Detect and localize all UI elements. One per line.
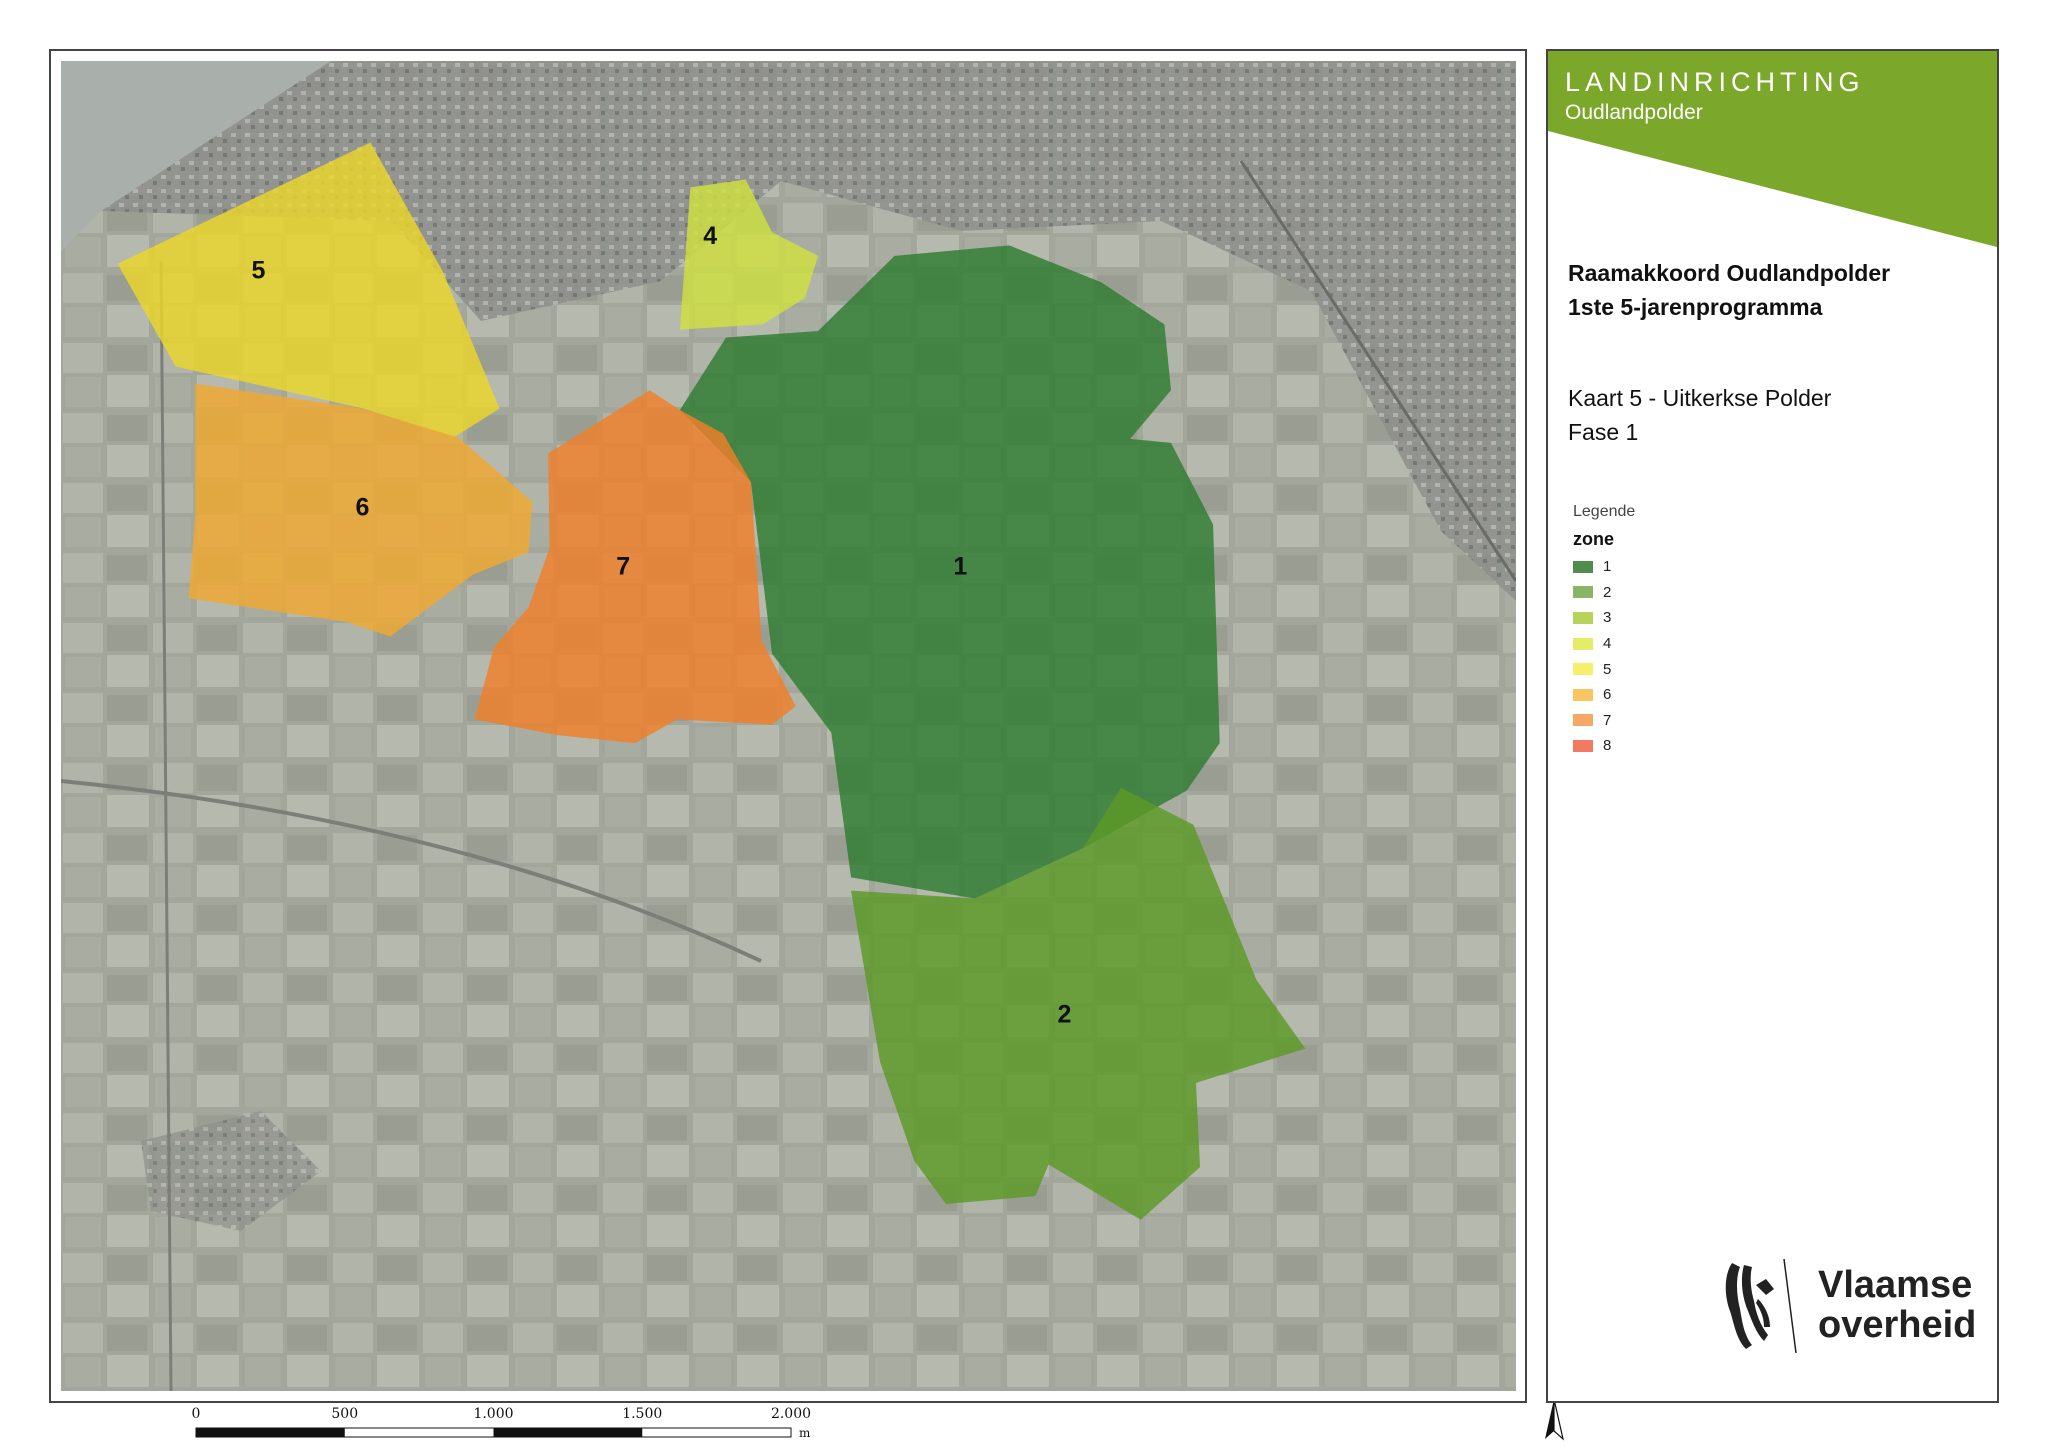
org-name-line: Vlaamse bbox=[1818, 1264, 1973, 1306]
legend-items: 1 2 3 4 5 6 7 8 bbox=[1573, 554, 1635, 759]
legend-panel: LANDINRICHTING Oudlandpolder Raamakkoord… bbox=[1546, 49, 1999, 1403]
map-subtitle: Kaart 5 - Uitkerkse Polder Fase 1 bbox=[1568, 381, 1831, 449]
legend-label: 1 bbox=[1603, 558, 1612, 576]
scale-tick-label: 0 bbox=[191, 1406, 201, 1422]
subtitle-line: Fase 1 bbox=[1568, 419, 1639, 445]
legend-label: 6 bbox=[1603, 686, 1612, 704]
program-subtitle: Oudlandpolder bbox=[1565, 101, 1703, 124]
scale-tick-label: 500 bbox=[331, 1406, 359, 1422]
legend-label: 8 bbox=[1603, 737, 1612, 755]
legend-item: 3 bbox=[1573, 605, 1635, 631]
legend-swatch bbox=[1573, 714, 1593, 727]
title-line: 1ste 5-jarenprogramma bbox=[1568, 294, 1823, 320]
zone-5-label: 5 bbox=[252, 256, 266, 284]
zone-6-label: 6 bbox=[356, 493, 370, 521]
scale-bar: 0 500 1.000 1.500 2.000 m bbox=[191, 1406, 812, 1446]
legend-label: 3 bbox=[1603, 609, 1612, 627]
program-name: LANDINRICHTING bbox=[1565, 67, 1865, 97]
title-line: Raamakkoord Oudlandpolder bbox=[1568, 260, 1891, 286]
legend-swatch bbox=[1573, 688, 1593, 701]
scale-tick-label: 1.000 bbox=[473, 1406, 514, 1422]
lion-icon bbox=[1725, 1258, 1797, 1354]
org-logo: Vlaamse overheid bbox=[1718, 1247, 1978, 1357]
map-frame: 124567 0 500 1.000 1.500 2.000 m N bbox=[49, 49, 1564, 1441]
zone-1-label: 1 bbox=[953, 553, 967, 581]
legend-item: 6 bbox=[1573, 682, 1635, 708]
zone-4-label: 4 bbox=[703, 222, 717, 250]
org-name-line: overheid bbox=[1818, 1304, 1977, 1346]
subtitle-line: Kaart 5 - Uitkerkse Polder bbox=[1568, 385, 1832, 411]
legend-swatch bbox=[1573, 560, 1593, 573]
legend-item: 1 bbox=[1573, 554, 1635, 580]
legend-swatch bbox=[1573, 586, 1593, 599]
map-view[interactable]: 1 2 4 5 6 7 bbox=[61, 61, 1516, 1391]
legend-item: 8 bbox=[1573, 733, 1635, 759]
legend-field-name: zone bbox=[1573, 529, 1615, 549]
zone-7-label: 7 bbox=[616, 553, 630, 581]
legend-label: 4 bbox=[1603, 635, 1612, 653]
legend-item: 7 bbox=[1573, 708, 1635, 734]
legend-item: 4 bbox=[1573, 631, 1635, 657]
legend-label: 5 bbox=[1603, 660, 1612, 678]
scale-tick-label: 1.500 bbox=[622, 1406, 663, 1422]
legend-item: 2 bbox=[1573, 580, 1635, 606]
scale-tick-label: 2.000 bbox=[770, 1406, 812, 1422]
legend-swatch bbox=[1573, 637, 1593, 650]
legend-swatch bbox=[1573, 663, 1593, 676]
legend-label: 2 bbox=[1603, 583, 1612, 601]
zone-2-label: 2 bbox=[1057, 1000, 1071, 1028]
legend-item: 5 bbox=[1573, 656, 1635, 682]
map-canvas[interactable]: 1 2 4 5 6 7 bbox=[61, 61, 1516, 1391]
legend-swatch bbox=[1573, 739, 1593, 752]
map-title: Raamakkoord Oudlandpolder 1ste 5-jarenpr… bbox=[1568, 256, 1890, 324]
legend: Legende zone 1 2 3 4 5 6 7 8 bbox=[1573, 503, 1635, 759]
legend-title: Legende bbox=[1573, 503, 1636, 520]
scale-unit: m bbox=[799, 1426, 811, 1440]
legend-swatch bbox=[1573, 611, 1593, 624]
org-name: Vlaamse overheid bbox=[1818, 1265, 1976, 1345]
legend-label: 7 bbox=[1603, 711, 1612, 729]
